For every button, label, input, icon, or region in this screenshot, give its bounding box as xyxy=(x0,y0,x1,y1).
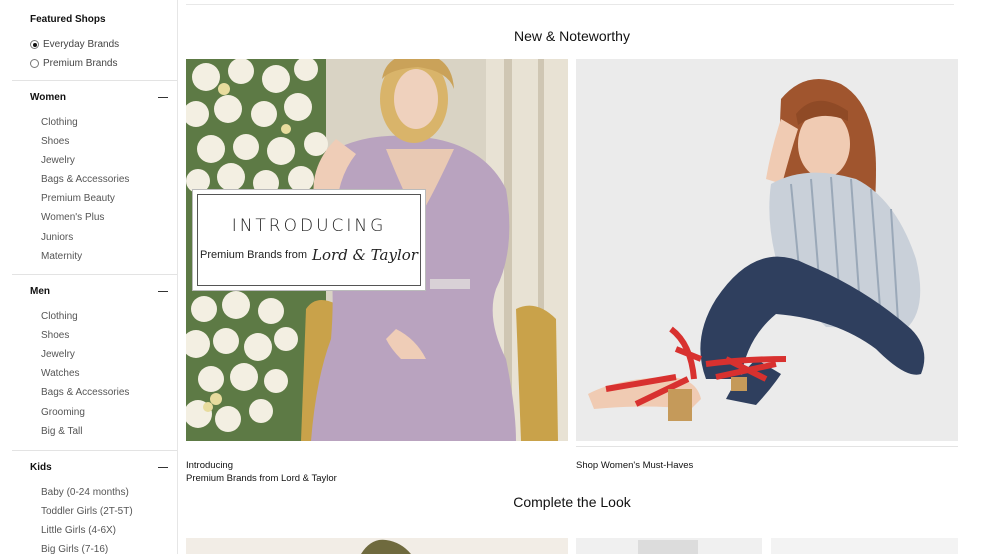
sidebar-item-women-jewelry[interactable]: Jewelry xyxy=(41,155,75,166)
overlay-prefix: Premium Brands from xyxy=(200,249,308,261)
promo-womens-must-haves-image xyxy=(576,59,958,441)
sidebar-item-men-jewelry[interactable]: Jewelry xyxy=(41,349,75,360)
collapse-minus-icon[interactable] xyxy=(158,290,168,293)
lord-taylor-logo: Lord & Taylor xyxy=(312,246,418,264)
sidebar-item-men-bags[interactable]: Bags & Accessories xyxy=(41,387,129,398)
sidebar-item-women-bags[interactable]: Bags & Accessories xyxy=(41,174,129,185)
sidebar-item-women-plus[interactable]: Women's Plus xyxy=(41,212,104,223)
section-title-new-noteworthy: New & Noteworthy xyxy=(514,28,630,44)
category-kids-toggle[interactable]: Kids xyxy=(30,462,168,473)
promo-overlay-frame: INTRODUCING Premium Brands from Lord & T… xyxy=(197,194,421,286)
divider xyxy=(12,80,177,81)
look-tile-2[interactable] xyxy=(576,538,762,554)
sidebar-item-kids-baby[interactable]: Baby (0-24 months) xyxy=(41,487,129,498)
collapse-minus-icon[interactable] xyxy=(158,466,168,469)
promo-womens-must-haves[interactable] xyxy=(576,59,958,441)
overlay-heading: INTRODUCING xyxy=(231,216,387,236)
look-tile-1[interactable] xyxy=(186,538,568,554)
promo-lord-taylor[interactable]: INTRODUCING Premium Brands from Lord & T… xyxy=(186,59,568,441)
sidebar-item-women-clothing[interactable]: Clothing xyxy=(41,117,78,128)
section-title-complete-the-look: Complete the Look xyxy=(513,494,631,510)
divider xyxy=(12,274,177,275)
sidebar-filters: Featured Shops Everyday Brands Premium B… xyxy=(0,0,178,554)
sidebar-item-women-shoes[interactable]: Shoes xyxy=(41,136,69,147)
sidebar-item-women-maternity[interactable]: Maternity xyxy=(41,251,82,262)
category-women-toggle[interactable]: Women xyxy=(30,92,168,103)
look-tile-3[interactable] xyxy=(771,538,958,554)
top-divider xyxy=(186,4,954,5)
sidebar-item-kids-little-girls[interactable]: Little Girls (4-6X) xyxy=(41,525,116,536)
collapse-minus-icon[interactable] xyxy=(158,96,168,99)
radio-label: Premium Brands xyxy=(43,58,118,69)
promo-left-caption[interactable]: Introducing Premium Brands from Lord & T… xyxy=(186,459,337,485)
featured-shops-heading: Featured Shops xyxy=(30,14,106,25)
sidebar-item-men-clothing[interactable]: Clothing xyxy=(41,311,78,322)
promo-right-caption[interactable]: Shop Women's Must-Haves xyxy=(576,459,693,472)
sidebar-item-men-grooming[interactable]: Grooming xyxy=(41,407,85,418)
radio-selected-icon[interactable] xyxy=(30,40,39,49)
sidebar-item-men-watches[interactable]: Watches xyxy=(41,368,80,379)
overlay-subheading: Premium Brands from Lord & Taylor xyxy=(200,246,418,264)
category-title: Kids xyxy=(30,462,52,473)
caption-line: Introducing xyxy=(186,460,234,471)
sidebar-item-kids-big-girls[interactable]: Big Girls (7-16) xyxy=(41,544,108,554)
radio-label: Everyday Brands xyxy=(43,39,120,50)
radio-unselected-icon[interactable] xyxy=(30,59,39,68)
sidebar-item-women-juniors[interactable]: Juniors xyxy=(41,232,73,243)
caption-line: Premium Brands from Lord & Taylor xyxy=(186,473,337,484)
divider xyxy=(576,446,958,447)
divider xyxy=(12,450,177,451)
sidebar-item-men-shoes[interactable]: Shoes xyxy=(41,330,69,341)
sidebar-item-kids-toddler-girls[interactable]: Toddler Girls (2T-5T) xyxy=(41,506,133,517)
promo-overlay-badge: INTRODUCING Premium Brands from Lord & T… xyxy=(192,189,426,291)
look-tile-2-image xyxy=(638,540,698,554)
category-men-toggle[interactable]: Men xyxy=(30,286,168,297)
category-title: Women xyxy=(30,92,66,103)
category-title: Men xyxy=(30,286,50,297)
look-tile-1-image xyxy=(361,539,411,554)
radio-everyday-brands[interactable]: Everyday Brands xyxy=(30,39,119,50)
sidebar-item-women-beauty[interactable]: Premium Beauty xyxy=(41,193,115,204)
radio-premium-brands[interactable]: Premium Brands xyxy=(30,58,117,69)
sidebar-item-men-big-tall[interactable]: Big & Tall xyxy=(41,426,83,437)
